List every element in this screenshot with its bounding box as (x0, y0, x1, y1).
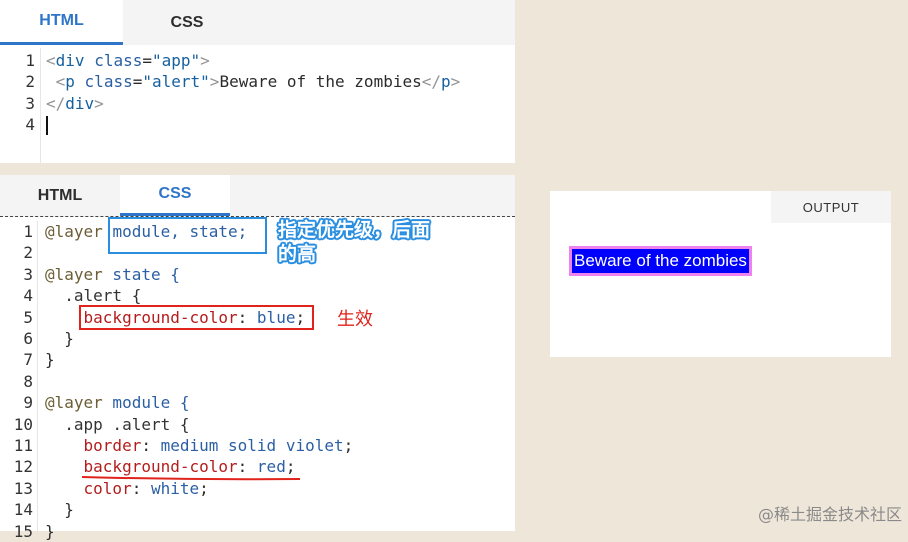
line-number: 11 (13, 436, 33, 455)
line-number: 15 (13, 521, 33, 541)
line-number: 13 (13, 478, 33, 498)
tab-css[interactable]: CSS (120, 175, 230, 216)
html-editor-panel: HTML CSS 1 2 3 4 <div class="app"> <p cl… (0, 0, 515, 163)
css-editor-panel: HTML CSS 1 2 3 4 5 6 7 8 9 10 11 12 13 1… (0, 175, 515, 541)
line-number: 2 (25, 72, 35, 92)
line-number-gutter: 1 2 3 4 (0, 48, 41, 163)
line-number: 1 (25, 51, 35, 70)
code-line: .app .alert { (45, 414, 190, 434)
layer-order-highlight-box (108, 217, 267, 254)
line-number: 5 (23, 307, 33, 327)
code-line: } (45, 350, 55, 370)
output-label: OUTPUT (771, 191, 891, 223)
line-number: 9 (23, 393, 33, 413)
code-line: @layer state { (45, 264, 180, 284)
html-editor-tabbar: HTML CSS (0, 0, 515, 45)
code-line: } (45, 521, 55, 541)
line-number: 4 (25, 115, 35, 135)
code-line: } (45, 329, 74, 348)
code-line: @layer module { (45, 393, 190, 413)
line-number-gutter: 1 2 3 4 5 6 7 8 9 10 11 12 13 14 15 (0, 221, 38, 541)
line-number: 3 (23, 264, 33, 284)
tab-css[interactable]: CSS (123, 0, 251, 45)
code-line: <p class="alert">Beware of the zombies</… (46, 72, 461, 92)
overridden-rule-underline (81, 476, 301, 481)
alert-paragraph: Beware of the zombies (569, 246, 752, 276)
line-number: 4 (23, 286, 33, 306)
line-number: 6 (23, 329, 33, 348)
effective-rule-highlight-box (79, 305, 314, 330)
priority-annotation: 指定优先级，后面 的高 (278, 219, 431, 265)
code-line: <div class="app"> (46, 51, 210, 70)
output-panel: OUTPUT Beware of the zombies (550, 191, 891, 357)
line-number: 12 (13, 457, 33, 477)
text-cursor (46, 116, 48, 135)
html-code-editor[interactable]: 1 2 3 4 <div class="app"> <p class="aler… (0, 48, 515, 163)
css-code-editor[interactable]: 1 2 3 4 5 6 7 8 9 10 11 12 13 14 15 @lay… (0, 217, 515, 541)
line-number: 7 (23, 350, 33, 370)
code-line: } (45, 500, 74, 520)
line-number: 8 (23, 371, 33, 391)
line-number: 14 (13, 500, 33, 520)
code-line: border: medium solid violet; (83, 436, 354, 455)
watermark: @稀土掘金技术社区 (757, 505, 902, 524)
line-number: 10 (13, 414, 33, 434)
tab-html[interactable]: HTML (0, 175, 120, 216)
code-line: </div> (46, 93, 104, 113)
css-editor-tabbar: HTML CSS (0, 175, 515, 217)
line-number: 2 (23, 243, 33, 263)
line-number: 3 (25, 93, 35, 113)
effective-annotation: 生效 (337, 309, 373, 330)
code-line: .alert { (45, 286, 142, 306)
tab-html[interactable]: HTML (0, 0, 123, 45)
line-number: 1 (23, 222, 33, 241)
